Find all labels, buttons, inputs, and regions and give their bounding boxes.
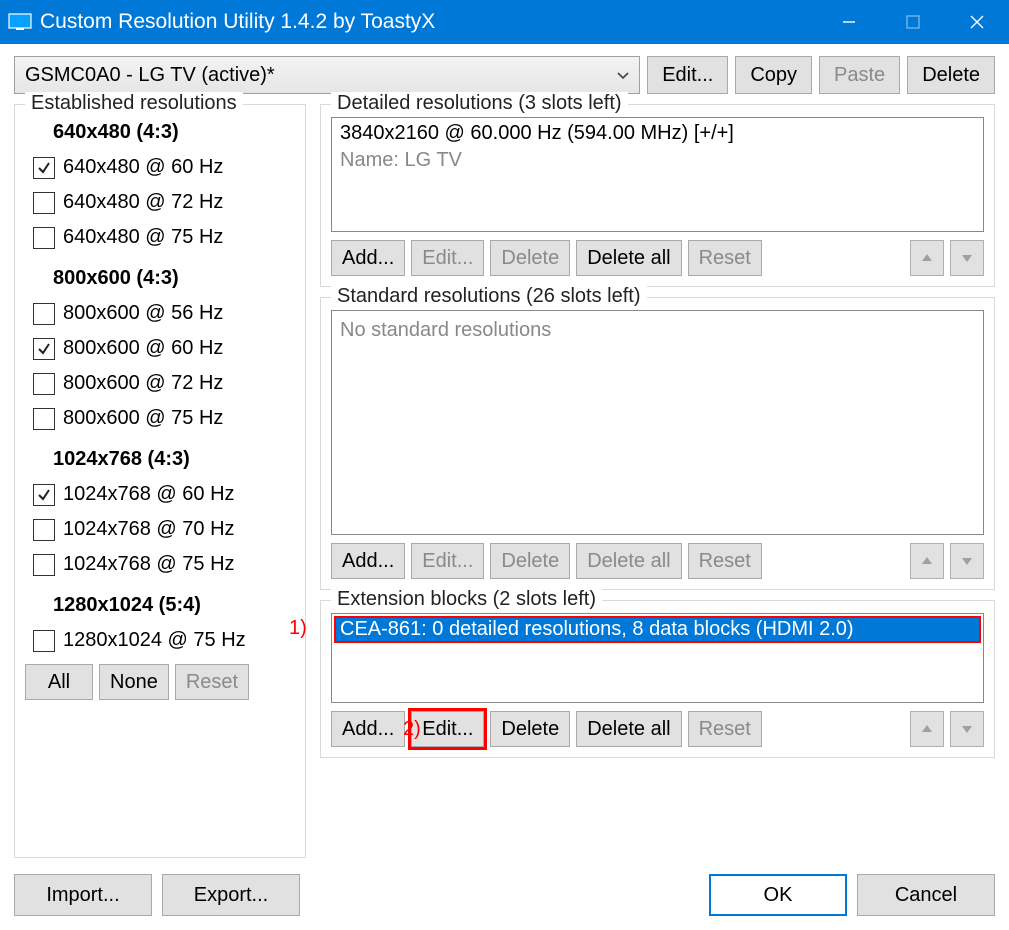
est-label: 640x480 @ 75 Hz [63,226,223,249]
est-640-60[interactable]: 640x480 @ 60 Hz [33,156,295,179]
checkbox-icon [33,157,55,179]
detailed-item-name[interactable]: Name: LG TV [334,147,981,174]
window-controls [817,0,1009,44]
edit-display-button[interactable]: Edit... [647,56,728,94]
checkbox-icon [33,373,55,395]
extension-group: Extension blocks (2 slots left) 1) CEA-8… [320,600,995,758]
checkbox-icon [33,227,55,249]
est-label: 640x480 @ 60 Hz [63,156,223,179]
est-reset-button: Reset [175,664,249,700]
est-800-60[interactable]: 800x600 @ 60 Hz [33,337,295,360]
est-label: 1024x768 @ 70 Hz [63,518,235,541]
titlebar: Custom Resolution Utility 1.4.2 by Toast… [0,0,1009,44]
detailed-item[interactable]: 3840x2160 @ 60.000 Hz (594.00 MHz) [+/+] [334,120,981,147]
extension-item[interactable]: CEA-861: 0 detailed resolutions, 8 data … [334,616,981,643]
detailed-move-up [910,240,944,276]
detailed-reset-button: Reset [688,240,762,276]
extension-deleteall-button[interactable]: Delete all [576,711,681,747]
minimize-button[interactable] [817,0,881,44]
display-select-text: GSMC0A0 - LG TV (active)* [25,64,617,87]
est-label: 1280x1024 @ 75 Hz [63,629,246,652]
detailed-edit-button: Edit... [411,240,484,276]
export-button[interactable]: Export... [162,874,300,916]
detailed-move-down [950,240,984,276]
est-1024-75[interactable]: 1024x768 @ 75 Hz [33,553,295,576]
import-button[interactable]: Import... [14,874,152,916]
established-group: Established resolutions 640x480 (4:3) 64… [14,104,306,858]
est-none-button[interactable]: None [99,664,169,700]
est-header-640: 640x480 (4:3) [53,121,295,144]
est-label: 800x600 @ 75 Hz [63,407,223,430]
est-640-75[interactable]: 640x480 @ 75 Hz [33,226,295,249]
extension-edit-button[interactable]: Edit... [411,711,484,747]
close-button[interactable] [945,0,1009,44]
extension-add-button[interactable]: Add... [331,711,405,747]
cancel-button[interactable]: Cancel [857,874,995,916]
display-select[interactable]: GSMC0A0 - LG TV (active)* [14,56,640,94]
extension-list[interactable]: CEA-861: 0 detailed resolutions, 8 data … [331,613,984,703]
est-label: 800x600 @ 72 Hz [63,372,223,395]
standard-add-button[interactable]: Add... [331,543,405,579]
standard-list[interactable]: No standard resolutions [331,310,984,535]
maximize-button[interactable] [881,0,945,44]
standard-move-up [910,543,944,579]
est-label: 640x480 @ 72 Hz [63,191,223,214]
standard-reset-button: Reset [688,543,762,579]
detailed-delete-button: Delete [490,240,570,276]
extension-legend: Extension blocks (2 slots left) [331,588,602,611]
checkbox-icon [33,303,55,325]
checkbox-icon [33,192,55,214]
est-label: 1024x768 @ 60 Hz [63,483,235,506]
paste-display-button: Paste [819,56,900,94]
standard-deleteall-button: Delete all [576,543,681,579]
detailed-add-button[interactable]: Add... [331,240,405,276]
established-legend: Established resolutions [25,92,243,115]
est-1024-70[interactable]: 1024x768 @ 70 Hz [33,518,295,541]
extension-reset-button: Reset [688,711,762,747]
est-640-72[interactable]: 640x480 @ 72 Hz [33,191,295,214]
est-label: 800x600 @ 60 Hz [63,337,223,360]
window-title: Custom Resolution Utility 1.4.2 by Toast… [40,10,817,34]
est-1024-60[interactable]: 1024x768 @ 60 Hz [33,483,295,506]
checkbox-icon [33,484,55,506]
detailed-list[interactable]: 3840x2160 @ 60.000 Hz (594.00 MHz) [+/+]… [331,117,984,232]
chevron-down-icon [617,67,629,83]
est-label: 1024x768 @ 75 Hz [63,553,235,576]
est-header-800: 800x600 (4:3) [53,267,295,290]
annotation-2: 2) [403,718,421,741]
standard-legend: Standard resolutions (26 slots left) [331,285,647,308]
extension-move-up [910,711,944,747]
extension-delete-button[interactable]: Delete [490,711,570,747]
checkbox-icon [33,338,55,360]
est-header-1280: 1280x1024 (5:4) [53,594,295,617]
standard-delete-button: Delete [490,543,570,579]
app-icon [8,13,32,31]
standard-placeholder: No standard resolutions [334,313,981,348]
extension-move-down [950,711,984,747]
est-800-75[interactable]: 800x600 @ 75 Hz [33,407,295,430]
standard-group: Standard resolutions (26 slots left) No … [320,297,995,590]
checkbox-icon [33,408,55,430]
est-label: 800x600 @ 56 Hz [63,302,223,325]
checkbox-icon [33,630,55,652]
est-1280-75[interactable]: 1280x1024 @ 75 Hz [33,629,295,652]
ok-button[interactable]: OK [709,874,847,916]
detailed-deleteall-button[interactable]: Delete all [576,240,681,276]
est-800-56[interactable]: 800x600 @ 56 Hz [33,302,295,325]
est-800-72[interactable]: 800x600 @ 72 Hz [33,372,295,395]
annotation-1: 1) [289,617,307,640]
est-all-button[interactable]: All [25,664,93,700]
est-header-1024: 1024x768 (4:3) [53,448,295,471]
checkbox-icon [33,554,55,576]
copy-display-button[interactable]: Copy [735,56,812,94]
standard-move-down [950,543,984,579]
detailed-legend: Detailed resolutions (3 slots left) [331,92,628,115]
standard-edit-button: Edit... [411,543,484,579]
checkbox-icon [33,519,55,541]
detailed-group: Detailed resolutions (3 slots left) 3840… [320,104,995,287]
delete-display-button[interactable]: Delete [907,56,995,94]
